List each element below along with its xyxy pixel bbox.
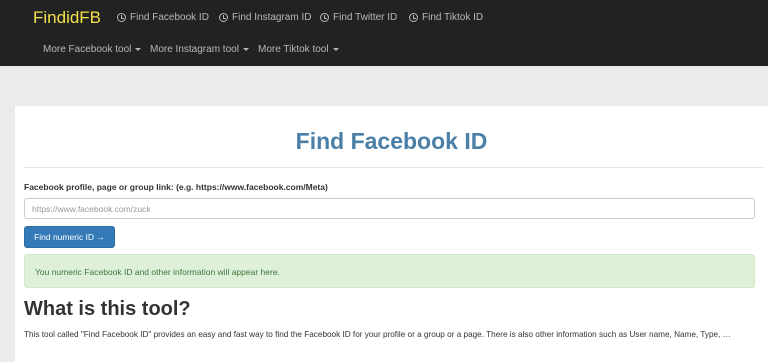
- facebook-link-input[interactable]: [24, 198, 755, 219]
- nav-link-label: Find Instagram ID: [232, 12, 312, 23]
- nav-link-label: Find Facebook ID: [130, 12, 209, 23]
- clock-icon: [320, 13, 329, 22]
- top-navbar: FindidFB Find Facebook ID Find Instagram…: [0, 0, 768, 66]
- nav-link-label: Find Twitter ID: [333, 12, 398, 23]
- clock-icon: [117, 13, 126, 22]
- page-title: Find Facebook ID: [295, 128, 488, 154]
- title-divider: [24, 167, 764, 168]
- link-field-label: Facebook profile, page or group link: (e…: [24, 182, 328, 192]
- dropdown-label: More Tiktok tool: [258, 44, 329, 55]
- dropdown-label: More Facebook tool: [43, 44, 132, 55]
- nav-find-instagram-id[interactable]: Find Instagram ID: [219, 12, 311, 23]
- dropdown-label: More Instagram tool: [150, 44, 239, 55]
- dropdown-more-instagram-tool[interactable]: More Instagram tool: [150, 44, 249, 55]
- result-alert: You numeric Facebook ID and other inform…: [24, 254, 755, 288]
- nav-find-twitter-id[interactable]: Find Twitter ID: [320, 12, 397, 23]
- caret-down-icon: [332, 48, 339, 51]
- main-panel: Find Facebook ID Facebook profile, page …: [15, 106, 768, 362]
- tool-description: This tool called "Find Facebook ID" prov…: [24, 330, 731, 339]
- brand-logo[interactable]: FindidFB: [33, 8, 101, 28]
- section-heading: What is this tool?: [24, 298, 191, 320]
- caret-down-icon: [135, 48, 142, 51]
- dropdown-more-tiktok-tool[interactable]: More Tiktok tool: [258, 44, 339, 55]
- nav-link-label: Find Tiktok ID: [422, 12, 484, 23]
- clock-icon: [219, 13, 228, 22]
- result-alert-text: You numeric Facebook ID and other inform…: [35, 267, 280, 277]
- nav-find-tiktok-id[interactable]: Find Tiktok ID: [409, 12, 483, 23]
- nav-find-facebook-id[interactable]: Find Facebook ID: [117, 12, 209, 23]
- find-numeric-id-button[interactable]: Find numeric ID →: [24, 226, 115, 248]
- dropdown-more-facebook-tool[interactable]: More Facebook tool: [43, 44, 142, 55]
- caret-down-icon: [242, 48, 249, 51]
- clock-icon: [409, 13, 418, 22]
